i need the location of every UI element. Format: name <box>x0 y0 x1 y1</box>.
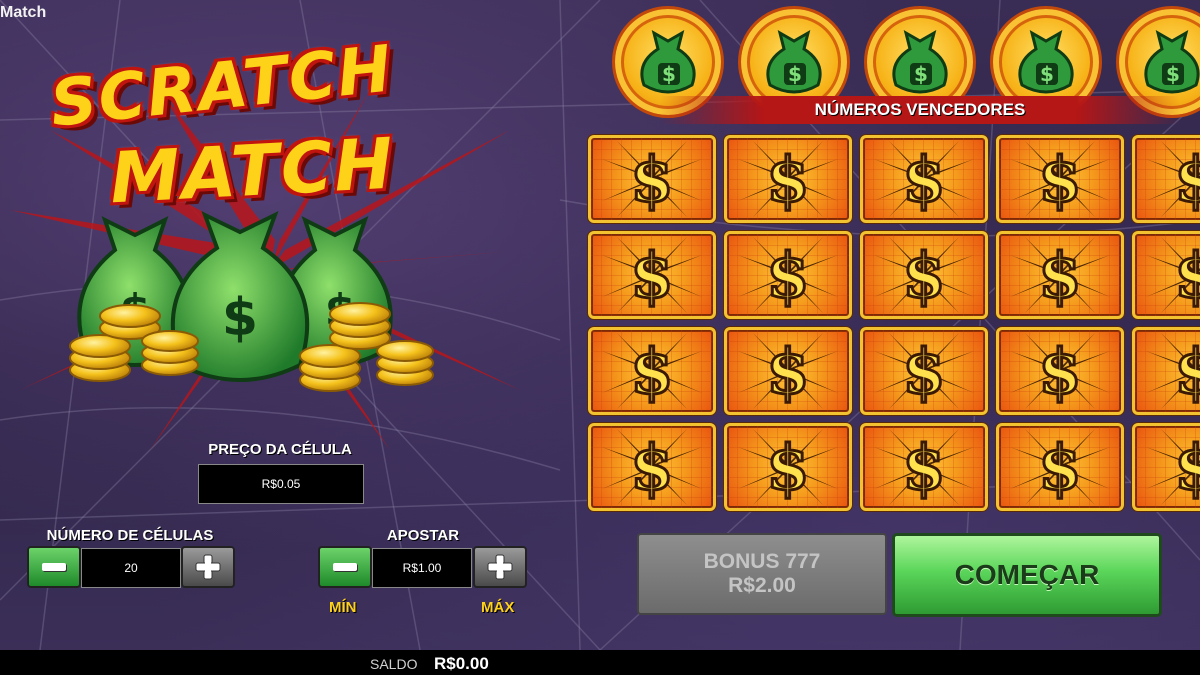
dollar-sign-icon: $ <box>1010 141 1110 218</box>
bet-increase-button[interactable] <box>473 546 527 588</box>
scratch-cell[interactable]: $ <box>996 327 1124 415</box>
winning-numbers-label: NÚMEROS VENCEDORES <box>660 96 1180 124</box>
svg-text:$: $ <box>1174 239 1200 312</box>
bonus-button-price: R$2.00 <box>728 574 796 597</box>
dollar-sign-icon: $ <box>1146 429 1200 506</box>
scratch-cell[interactable]: $ <box>588 231 716 319</box>
dollar-sign-icon: $ <box>602 141 702 218</box>
svg-text:$: $ <box>630 239 673 312</box>
dollar-sign-icon: $ <box>602 429 702 506</box>
scratch-cell[interactable]: $ <box>1132 423 1200 511</box>
money-bag-icon: $ <box>1018 29 1074 94</box>
svg-text:$: $ <box>766 239 809 312</box>
svg-text:$: $ <box>1166 62 1180 86</box>
dollar-sign-icon: $ <box>602 333 702 410</box>
svg-text:$: $ <box>630 143 673 216</box>
svg-text:$: $ <box>914 62 928 86</box>
money-bag-icon: $ <box>1144 29 1200 94</box>
plus-icon <box>195 554 221 580</box>
bet-display: R$1.00 <box>372 548 472 588</box>
dollar-sign-icon: $ <box>1146 141 1200 218</box>
dollar-sign-icon: $ <box>1010 333 1110 410</box>
scratch-cell[interactable]: $ <box>860 327 988 415</box>
svg-text:$: $ <box>766 431 809 504</box>
bonus-777-button[interactable]: BONUS 777 R$2.00 <box>637 533 887 615</box>
svg-text:$: $ <box>630 431 673 504</box>
bet-label: APOSTAR <box>386 527 460 544</box>
svg-text:$: $ <box>1038 431 1081 504</box>
bonus-button-title: BONUS 777 <box>703 550 821 573</box>
scratch-cell[interactable]: $ <box>996 135 1124 223</box>
scratch-cell[interactable]: $ <box>724 423 852 511</box>
cells-count-label: NÚMERO DE CÉLULAS <box>46 527 214 544</box>
money-bag-icon: $ <box>766 29 822 94</box>
scratch-cell[interactable]: $ <box>860 423 988 511</box>
footer-bar: SALDO R$0.00 <box>0 650 1200 675</box>
minus-icon <box>333 563 357 571</box>
dollar-sign-icon: $ <box>1146 333 1200 410</box>
svg-text:$: $ <box>222 288 258 348</box>
money-bags-illustration: $ $ $ <box>69 211 434 392</box>
dollar-sign-icon: $ <box>874 429 974 506</box>
cell-price-label: PREÇO DA CÉLULA <box>208 441 352 458</box>
svg-text:$: $ <box>1038 335 1081 408</box>
bet-max-label[interactable]: MÁX <box>481 599 514 616</box>
scratch-cell[interactable]: $ <box>860 135 988 223</box>
cells-increase-button[interactable] <box>181 546 235 588</box>
svg-text:$: $ <box>630 335 673 408</box>
scratch-cell[interactable]: $ <box>996 423 1124 511</box>
game-stage: Match SCRATCH MATCH $ PREÇO DA CÉLULA R$… <box>0 0 1200 650</box>
dollar-sign-icon: $ <box>1010 237 1110 314</box>
scratch-cell[interactable]: $ <box>724 327 852 415</box>
dollar-sign-icon: $ <box>1146 237 1200 314</box>
dollar-sign-icon: $ <box>874 237 974 314</box>
scratch-cell[interactable]: $ <box>724 231 852 319</box>
svg-text:$: $ <box>1038 143 1081 216</box>
money-bag-icon: $ <box>892 29 948 94</box>
cell-price-display: R$0.05 <box>198 464 364 504</box>
scratch-cell[interactable]: $ <box>1132 135 1200 223</box>
svg-text:$: $ <box>1174 335 1200 408</box>
dollar-sign-icon: $ <box>738 141 838 218</box>
svg-text:$: $ <box>902 143 945 216</box>
balance-value: R$0.00 <box>434 654 489 673</box>
svg-text:$: $ <box>788 62 802 86</box>
scratch-cell[interactable]: $ <box>588 423 716 511</box>
scratch-cell[interactable]: $ <box>588 327 716 415</box>
dollar-sign-icon: $ <box>874 141 974 218</box>
scratch-cell[interactable]: $ <box>996 231 1124 319</box>
svg-text:$: $ <box>662 62 676 86</box>
svg-text:$: $ <box>1174 431 1200 504</box>
svg-text:$: $ <box>766 143 809 216</box>
svg-text:$: $ <box>902 335 945 408</box>
dollar-sign-icon: $ <box>738 333 838 410</box>
cells-count-display: 20 <box>81 548 181 588</box>
scratch-cell[interactable]: $ <box>1132 231 1200 319</box>
svg-text:$: $ <box>1040 62 1054 86</box>
bet-min-label[interactable]: MÍN <box>329 599 357 616</box>
scratch-cell[interactable]: $ <box>1132 327 1200 415</box>
balance-label: SALDO <box>370 656 418 672</box>
svg-text:$: $ <box>766 335 809 408</box>
dollar-sign-icon: $ <box>738 237 838 314</box>
svg-text:$: $ <box>1174 143 1200 216</box>
dollar-sign-icon: $ <box>602 237 702 314</box>
dollar-sign-icon: $ <box>1010 429 1110 506</box>
start-button[interactable]: COMEÇAR <box>892 533 1162 617</box>
plus-icon <box>487 554 513 580</box>
svg-text:$: $ <box>902 431 945 504</box>
window-title: Match <box>0 4 47 21</box>
scratch-cell[interactable]: $ <box>860 231 988 319</box>
dollar-sign-icon: $ <box>738 429 838 506</box>
cells-decrease-button[interactable] <box>27 546 81 588</box>
scratch-cell[interactable]: $ <box>724 135 852 223</box>
bet-decrease-button[interactable] <box>318 546 372 588</box>
scratch-cell[interactable]: $ <box>588 135 716 223</box>
minus-icon <box>42 563 66 571</box>
svg-text:$: $ <box>902 239 945 312</box>
dollar-sign-icon: $ <box>874 333 974 410</box>
money-bag-icon: $ <box>640 29 696 94</box>
svg-text:$: $ <box>1038 239 1081 312</box>
